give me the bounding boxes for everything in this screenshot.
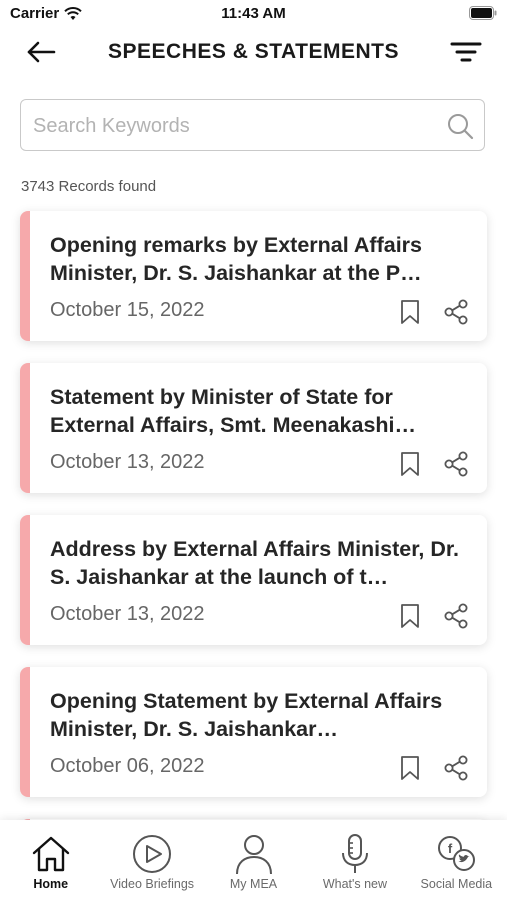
nav-label: What's new bbox=[322, 877, 388, 891]
card-title: Statement by Minister of State for Exter… bbox=[50, 385, 417, 437]
search-box bbox=[20, 99, 485, 152]
list-item[interactable]: Opening remarks by External Affairs Mini… bbox=[20, 211, 487, 341]
card-date: October 06, 2022 bbox=[50, 755, 205, 777]
card-accent-bar bbox=[20, 667, 30, 797]
nav-label: My MEA bbox=[229, 877, 278, 891]
status-time: 11:43 AM bbox=[221, 5, 286, 22]
back-arrow-icon[interactable] bbox=[26, 38, 58, 66]
card-date: October 15, 2022 bbox=[50, 299, 205, 321]
share-icon[interactable] bbox=[443, 451, 469, 477]
play-icon bbox=[133, 835, 172, 873]
share-icon[interactable] bbox=[443, 603, 469, 629]
app-screen: Carrier 11:43 AM SPEECHES & STATEMENTS S… bbox=[0, 0, 507, 900]
card-accent-bar bbox=[20, 363, 30, 493]
bottom-nav: Home Video Briefings My MEA What's new f… bbox=[0, 820, 507, 900]
bookmark-icon[interactable] bbox=[399, 603, 421, 629]
card-accent-bar bbox=[20, 515, 30, 645]
search-input[interactable] bbox=[31, 100, 435, 152]
search-icon[interactable] bbox=[446, 112, 474, 140]
bookmark-icon[interactable] bbox=[399, 755, 421, 781]
list-item[interactable]: Address by External Affairs Minister, Dr… bbox=[20, 515, 487, 645]
records-count: 3743 Records found bbox=[21, 178, 157, 195]
card-list: Opening remarks by External Affairs Mini… bbox=[20, 211, 487, 859]
nav-item-home[interactable]: Home bbox=[0, 820, 101, 900]
card-date: October 13, 2022 bbox=[50, 603, 205, 625]
header: SPEECHES & STATEMENTS bbox=[0, 30, 507, 74]
list-item[interactable]: Statement by Minister of State for Exter… bbox=[20, 363, 487, 493]
nav-label: Social Media bbox=[420, 877, 493, 891]
nav-item-my-mea[interactable]: My MEA bbox=[203, 820, 304, 900]
share-icon[interactable] bbox=[443, 755, 469, 781]
user-icon bbox=[235, 835, 272, 875]
social-media-icon: f bbox=[438, 836, 476, 871]
list-item[interactable]: Opening Statement by External Affairs Mi… bbox=[20, 667, 487, 797]
nav-item-whats-new[interactable]: What's new bbox=[304, 820, 405, 900]
microphone-icon bbox=[341, 834, 368, 873]
nav-item-social-media[interactable]: f Social Media bbox=[406, 820, 507, 900]
nav-label: Home bbox=[33, 877, 69, 891]
card-accent-bar bbox=[20, 211, 30, 341]
battery-icon bbox=[469, 6, 497, 20]
bookmark-icon[interactable] bbox=[399, 299, 421, 325]
card-date: October 13, 2022 bbox=[50, 451, 205, 473]
svg-text:f: f bbox=[448, 841, 453, 856]
home-icon bbox=[32, 836, 69, 872]
card-title: Opening Statement by External Affairs Mi… bbox=[50, 689, 443, 741]
bookmark-icon[interactable] bbox=[399, 451, 421, 477]
page-title: SPEECHES & STATEMENTS bbox=[108, 40, 399, 63]
share-icon[interactable] bbox=[443, 299, 469, 325]
card-title: Opening remarks by External Affairs Mini… bbox=[50, 233, 422, 285]
status-bar: Carrier 11:43 AM bbox=[0, 0, 507, 28]
filter-icon[interactable] bbox=[449, 38, 483, 66]
card-title: Address by External Affairs Minister, Dr… bbox=[50, 537, 460, 589]
nav-item-video-briefings[interactable]: Video Briefings bbox=[101, 820, 202, 900]
nav-label: Video Briefings bbox=[110, 877, 195, 891]
